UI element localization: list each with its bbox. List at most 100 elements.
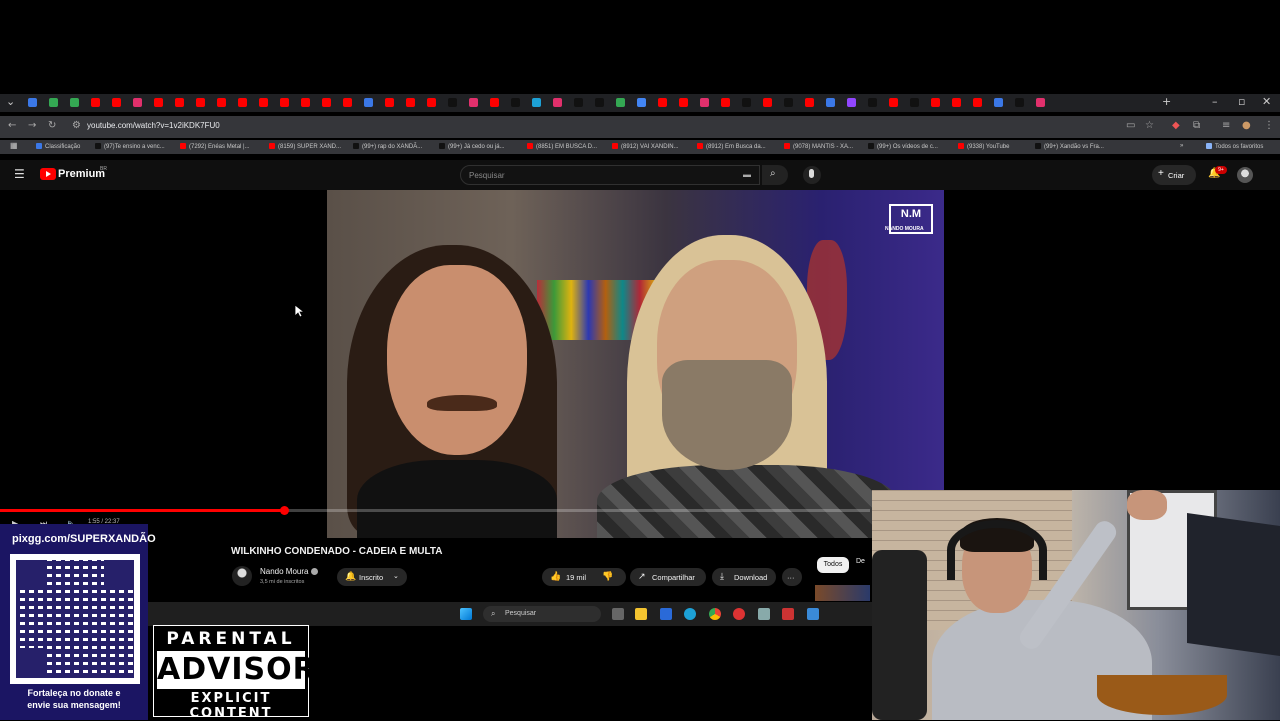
browser-tab-favicon[interactable] <box>595 98 604 107</box>
browser-tab-favicon[interactable] <box>217 98 226 107</box>
browser-tab-favicon[interactable] <box>700 98 709 107</box>
browser-tab-favicon[interactable] <box>553 98 562 107</box>
bookmark-item[interactable]: (9338) YouTube <box>958 143 1009 150</box>
browser-tab-favicon[interactable] <box>574 98 583 107</box>
browser-tab-favicon[interactable] <box>490 98 499 107</box>
browser-tab-favicon[interactable] <box>49 98 58 107</box>
minimize-icon[interactable]: – <box>1212 95 1218 108</box>
youtube-logo-icon[interactable] <box>40 168 56 180</box>
channel-name[interactable]: Nando Moura <box>260 567 319 576</box>
browser-tab-favicon[interactable] <box>616 98 625 107</box>
chrome-icon[interactable] <box>709 608 721 620</box>
apps-grid-icon[interactable]: ▦ <box>10 141 18 150</box>
browser-tab-favicon[interactable] <box>469 98 478 107</box>
voice-search-button[interactable] <box>803 166 821 184</box>
bookmark-item[interactable]: (99+) rap do XANDÃ... <box>353 143 422 150</box>
browser-tab-favicon[interactable] <box>952 98 961 107</box>
browser-tab-favicon[interactable] <box>679 98 688 107</box>
browser-tab-favicon[interactable] <box>175 98 184 107</box>
bookmark-item[interactable]: (8159) SUPER XAND... <box>269 143 341 150</box>
chip-next[interactable]: De <box>856 558 865 565</box>
browser-tab-favicon[interactable] <box>427 98 436 107</box>
browser-tab-favicon[interactable] <box>637 98 646 107</box>
video-player[interactable]: N.M NANDO MOURA <box>327 190 944 538</box>
tab-search-icon[interactable]: ⌄ <box>6 95 15 108</box>
browser-tab-favicon[interactable] <box>196 98 205 107</box>
url-field[interactable]: youtube.com/watch?v=1v2iKDK7FU0 <box>87 121 220 130</box>
bookmark-star-icon[interactable]: ☆ <box>1145 120 1154 131</box>
forward-icon[interactable]: → <box>28 120 36 131</box>
browser-tab-favicon[interactable] <box>322 98 331 107</box>
channel-avatar[interactable] <box>232 566 252 586</box>
browser-tab-favicon[interactable] <box>847 98 856 107</box>
search-button[interactable]: ⌕ <box>762 165 788 185</box>
taskbar-search[interactable]: ⌕ Pesquisar <box>483 606 601 622</box>
bookmark-item[interactable]: (97)Te ensino a venc... <box>95 143 165 150</box>
bookmark-item[interactable]: (99+) Xandão vs Fra... <box>1035 143 1104 150</box>
browser-tab-favicon[interactable] <box>301 98 310 107</box>
browser-tab-favicon[interactable] <box>91 98 100 107</box>
browser-tab-favicon[interactable] <box>805 98 814 107</box>
hamburger-menu-icon[interactable]: ☰ <box>14 167 25 181</box>
obs-icon[interactable] <box>782 608 794 620</box>
bookmark-item[interactable]: (8912) Em Busca da... <box>697 143 766 150</box>
store-icon[interactable] <box>660 608 672 620</box>
app-icon[interactable] <box>733 608 745 620</box>
browser-tab-favicon[interactable] <box>742 98 751 107</box>
edge-icon[interactable] <box>684 608 696 620</box>
back-icon[interactable]: ← <box>8 120 16 131</box>
settings-icon[interactable] <box>758 608 770 620</box>
create-button[interactable]: + Criar <box>1152 165 1196 185</box>
media-icon[interactable]: ≡ <box>1222 120 1230 131</box>
browser-tab-favicon[interactable] <box>259 98 268 107</box>
browser-tab-favicon[interactable] <box>784 98 793 107</box>
more-bookmarks-icon[interactable]: » <box>1180 143 1183 149</box>
menu-kebab-icon[interactable]: ⋮ <box>1264 120 1274 131</box>
chip-all[interactable]: Todos <box>817 557 849 573</box>
reload-icon[interactable]: ↻ <box>48 120 56 131</box>
browser-tab-favicon[interactable] <box>973 98 982 107</box>
file-explorer-icon[interactable] <box>635 608 647 620</box>
progress-scrubber[interactable] <box>279 506 289 515</box>
browser-tab-favicon[interactable] <box>889 98 898 107</box>
site-info-icon[interactable]: ⚙ <box>72 120 81 131</box>
bookmark-item[interactable]: (8912) VAI XANDIN... <box>612 143 679 150</box>
close-window-icon[interactable]: ✕ <box>1262 95 1271 108</box>
profile-icon[interactable]: ● <box>1242 120 1251 131</box>
browser-tab-favicon[interactable] <box>112 98 121 107</box>
browser-tab-favicon[interactable] <box>448 98 457 107</box>
share-button[interactable]: ↗ Compartilhar <box>630 568 706 586</box>
browser-tab-favicon[interactable] <box>364 98 373 107</box>
browser-tab-favicon[interactable] <box>532 98 541 107</box>
extensions-puzzle-icon[interactable]: ⧉ <box>1193 120 1200 131</box>
bookmark-item[interactable]: Classificação <box>36 143 80 150</box>
browser-tab-favicon[interactable] <box>133 98 142 107</box>
progress-bar[interactable] <box>0 506 870 515</box>
install-icon[interactable]: ▭ <box>1126 120 1135 131</box>
browser-tab-favicon[interactable] <box>994 98 1003 107</box>
browser-tab-favicon[interactable] <box>28 98 37 107</box>
browser-tab-favicon[interactable] <box>931 98 940 107</box>
browser-tab-favicon[interactable] <box>406 98 415 107</box>
download-button[interactable]: ⤓ Download <box>712 568 776 586</box>
browser-tab-favicon[interactable] <box>658 98 667 107</box>
browser-tab-favicon[interactable] <box>1015 98 1024 107</box>
bookmark-item[interactable]: (99+) Os vídeos de c... <box>868 143 938 150</box>
browser-tab-favicon[interactable] <box>238 98 247 107</box>
maximize-icon[interactable]: ▫ <box>1238 95 1245 108</box>
subscribe-button[interactable]: 🔔 Inscrito ⌄ <box>337 568 407 586</box>
browser-tab-favicon[interactable] <box>721 98 730 107</box>
more-actions-button[interactable]: ··· <box>782 568 802 586</box>
browser-tab-favicon[interactable] <box>1036 98 1045 107</box>
account-avatar[interactable] <box>1237 167 1253 183</box>
browser-tab-favicon[interactable] <box>511 98 520 107</box>
browser-tab-strip[interactable]: ⌄ + – ▫ ✕ <box>0 94 1280 112</box>
search-input[interactable]: Pesquisar ▬ <box>460 165 760 185</box>
new-tab-button[interactable]: + <box>1162 95 1171 108</box>
windows-start-icon[interactable] <box>460 608 472 620</box>
browser-tab-favicon[interactable] <box>763 98 772 107</box>
browser-tab-favicon[interactable] <box>910 98 919 107</box>
keyboard-icon[interactable]: ▬ <box>743 170 751 179</box>
dislike-icon[interactable]: 👎 <box>602 571 613 582</box>
app-icon-2[interactable] <box>807 608 819 620</box>
